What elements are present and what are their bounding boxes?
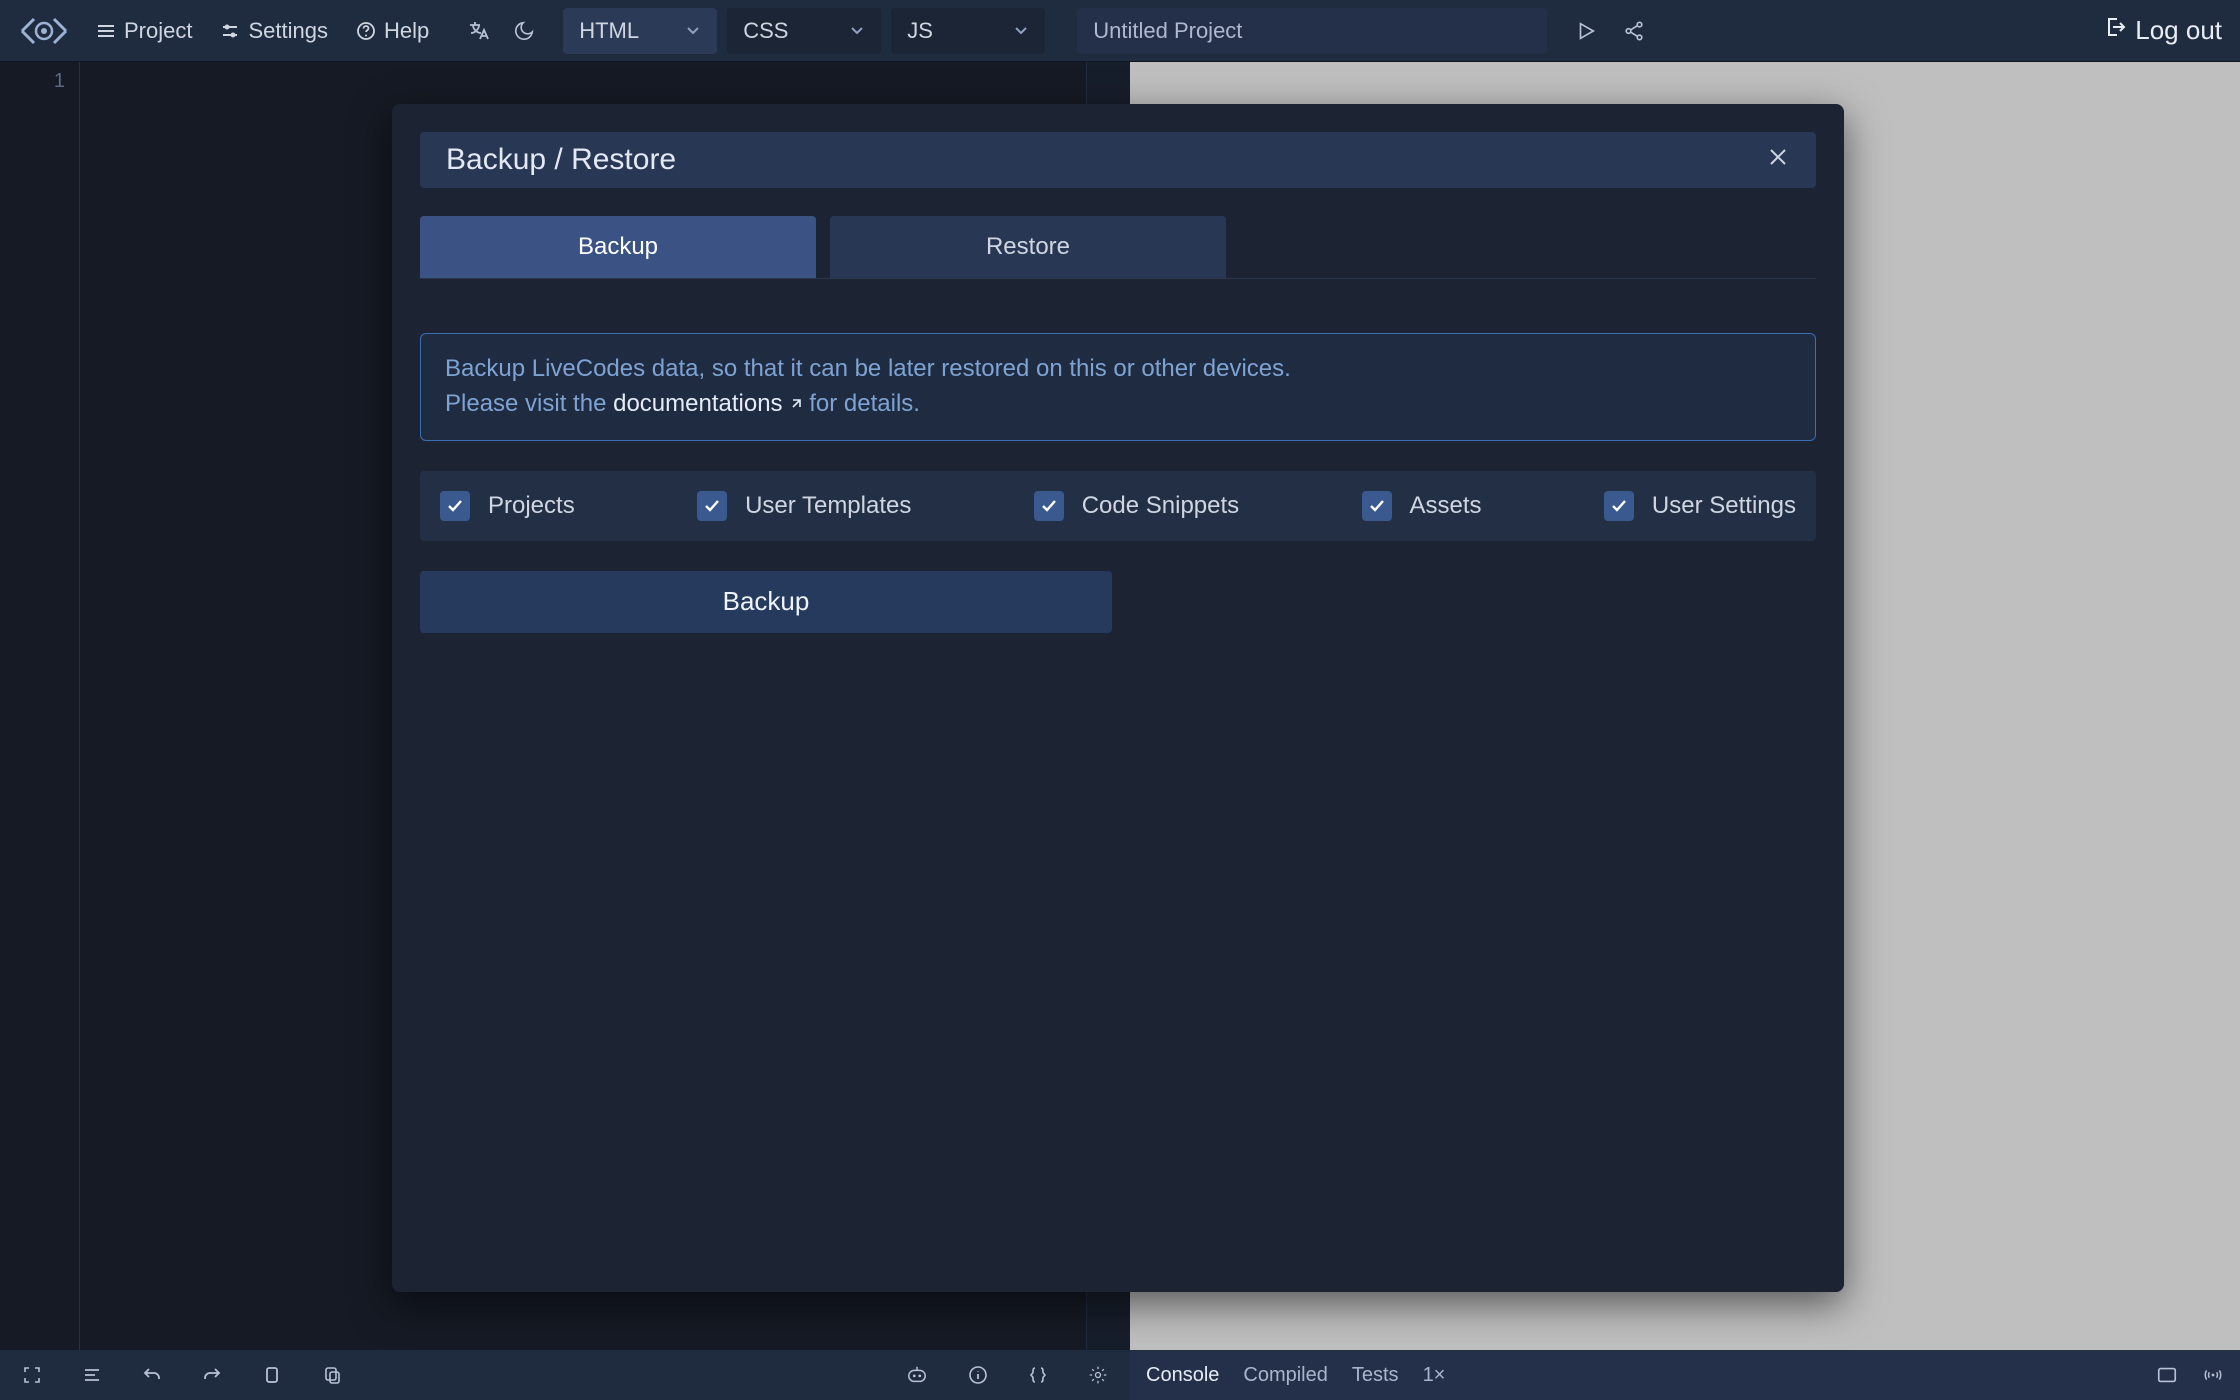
backup-options: Projects User Templates Code Snippets As… [420, 471, 1816, 541]
menu-project[interactable]: Project [86, 12, 202, 50]
menu-project-label: Project [124, 18, 192, 44]
redo-icon[interactable] [202, 1365, 222, 1385]
editor-statusbar [0, 1350, 1130, 1400]
modal-tabs: Backup Restore [420, 216, 1816, 279]
help-icon [356, 21, 376, 41]
editor-tab-js-label: JS [907, 18, 933, 44]
tools-bar: Console Compiled Tests 1× [1130, 1350, 2240, 1400]
copy-icon[interactable] [262, 1365, 282, 1385]
open-window-icon[interactable] [2156, 1364, 2178, 1386]
line-number: 1 [0, 70, 65, 93]
theme-icon[interactable] [513, 20, 535, 42]
zoom-indicator[interactable]: 1× [1423, 1364, 1446, 1387]
tab-backup[interactable]: Backup [420, 216, 816, 278]
broadcast-icon[interactable] [2202, 1364, 2224, 1386]
tool-tab-tests[interactable]: Tests [1352, 1364, 1399, 1387]
documentation-link[interactable]: documentations [613, 390, 802, 417]
line-gutter: 1 [0, 62, 80, 1350]
logout-icon [2103, 15, 2127, 46]
check-assets-label: Assets [1410, 492, 1482, 520]
external-link-icon [787, 397, 803, 413]
check-assets[interactable]: Assets [1362, 491, 1482, 521]
close-button[interactable] [1766, 145, 1790, 175]
app-logo [18, 14, 78, 48]
checkbox-checked-icon [1034, 491, 1064, 521]
check-code-snippets[interactable]: Code Snippets [1034, 491, 1239, 521]
modal-title: Backup / Restore [446, 143, 676, 177]
checkbox-checked-icon [1362, 491, 1392, 521]
check-projects[interactable]: Projects [440, 491, 575, 521]
app-header: Project Settings Help HTML CSS JS [0, 0, 2240, 62]
checkbox-checked-icon [697, 491, 727, 521]
menu-settings-label: Settings [248, 18, 328, 44]
paste-icon[interactable] [322, 1365, 342, 1385]
editor-tab-css-label: CSS [743, 18, 788, 44]
menu-help-label: Help [384, 18, 429, 44]
menu-help[interactable]: Help [346, 12, 439, 50]
language-icon[interactable] [467, 19, 491, 43]
copilot-icon[interactable] [906, 1364, 928, 1386]
gear-icon[interactable] [1088, 1365, 1108, 1385]
tab-restore[interactable]: Restore [830, 216, 1226, 278]
backup-button-label: Backup [723, 586, 810, 617]
run-icon[interactable] [1575, 20, 1597, 42]
backup-info-line1: Backup LiveCodes data, so that it can be… [445, 352, 1791, 387]
undo-icon[interactable] [142, 1365, 162, 1385]
backup-info-line2: Please visit the documentations for deta… [445, 387, 1791, 422]
editor-tab-html[interactable]: HTML [563, 8, 717, 54]
info-icon[interactable] [968, 1365, 988, 1385]
check-projects-label: Projects [488, 492, 575, 520]
project-title-value: Untitled Project [1093, 18, 1242, 44]
fullscreen-icon[interactable] [22, 1365, 42, 1385]
backup-button[interactable]: Backup [420, 571, 1112, 633]
tool-tab-console[interactable]: Console [1146, 1364, 1219, 1387]
check-code-snippets-label: Code Snippets [1082, 492, 1239, 520]
tool-tab-compiled[interactable]: Compiled [1243, 1364, 1327, 1387]
editor-tab-css[interactable]: CSS [727, 8, 881, 54]
backup-info: Backup LiveCodes data, so that it can be… [420, 333, 1816, 441]
editor-tab-js[interactable]: JS [891, 8, 1045, 54]
logout-button[interactable]: Log out [2103, 15, 2222, 46]
menu-settings[interactable]: Settings [210, 12, 338, 50]
sliders-icon [220, 21, 240, 41]
chevron-down-icon[interactable] [685, 18, 701, 44]
check-user-settings-label: User Settings [1652, 492, 1796, 520]
backup-restore-modal: Backup / Restore Backup Restore Backup L… [392, 104, 1844, 1292]
checkbox-checked-icon [440, 491, 470, 521]
check-user-settings[interactable]: User Settings [1604, 491, 1796, 521]
project-title-input[interactable]: Untitled Project [1077, 8, 1547, 54]
share-icon[interactable] [1623, 20, 1645, 42]
braces-icon[interactable] [1028, 1365, 1048, 1385]
editor-tab-html-label: HTML [579, 18, 639, 44]
hamburger-icon [96, 21, 116, 41]
check-user-templates-label: User Templates [745, 492, 911, 520]
checkbox-checked-icon [1604, 491, 1634, 521]
format-icon[interactable] [82, 1365, 102, 1385]
logout-label: Log out [2135, 15, 2222, 46]
modal-header: Backup / Restore [420, 132, 1816, 188]
check-user-templates[interactable]: User Templates [697, 491, 911, 521]
chevron-down-icon[interactable] [1013, 18, 1029, 44]
chevron-down-icon[interactable] [849, 18, 865, 44]
